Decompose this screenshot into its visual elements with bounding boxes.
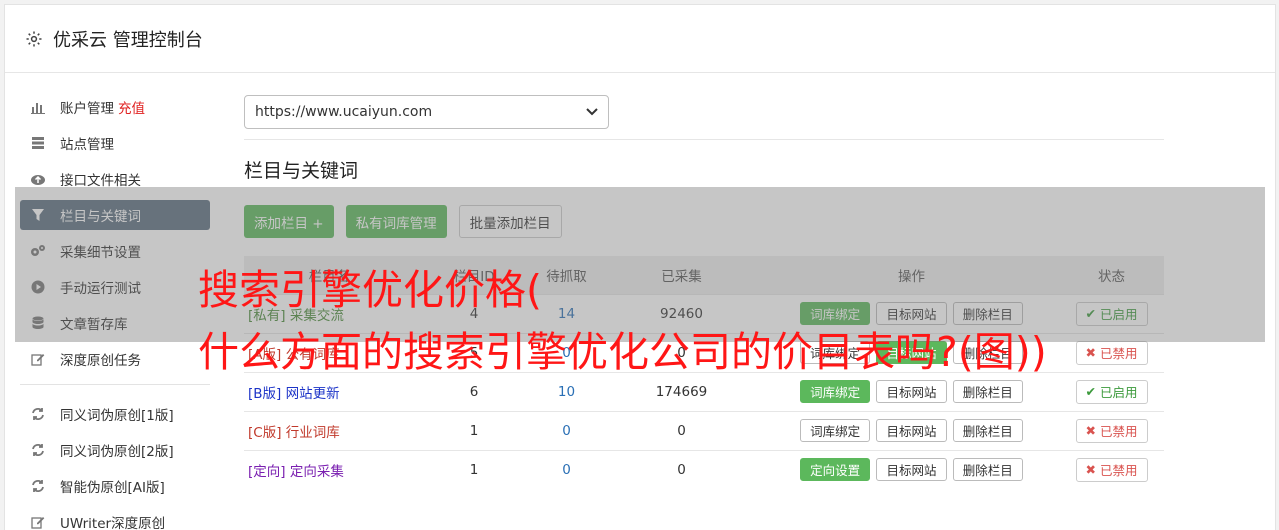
close-icon: ✖	[1085, 462, 1096, 478]
target-site-button[interactable]: 目标网站	[876, 419, 947, 442]
refresh-icon	[30, 442, 46, 458]
column-name-cell[interactable]: [B版] 网站更新	[244, 371, 414, 411]
sidebar-divider	[20, 384, 210, 385]
column-name: 定向采集	[289, 463, 344, 480]
sidebar-item-label: 同义词伪原创[2版]	[60, 444, 174, 460]
edit-icon	[30, 514, 46, 530]
sidebar-item-label: 接口文件相关	[60, 173, 141, 189]
sidebar-item-label: 账户管理	[60, 101, 114, 117]
directional-settings-button[interactable]: 定向设置	[800, 458, 871, 482]
watermark-line-1: 搜索引擎优化价格(	[198, 266, 542, 314]
sidebar-item-deep-original[interactable]: 深度原创任务	[20, 344, 210, 374]
close-icon: ✖	[1085, 423, 1096, 438]
pending-count[interactable]: 0	[534, 449, 599, 489]
sidebar-item-account[interactable]: 账户管理 充值	[20, 92, 210, 122]
status-toggle[interactable]: ✖ 已禁用	[1075, 340, 1148, 365]
site-select-value: https://www.ucaiyun.com	[255, 104, 433, 120]
page-title: 优采云 管理控制台	[53, 29, 203, 51]
sidebar-item-uwriter[interactable]: UWriter深度原创	[20, 507, 210, 530]
status-label: 已禁用	[1099, 346, 1138, 361]
refresh-icon	[30, 478, 46, 494]
sidebar-item-synonym-v2[interactable]: 同义词伪原创[2版]	[20, 435, 210, 465]
collected-count: 0	[599, 449, 764, 489]
column-name-cell[interactable]: [定向] 定向采集	[244, 449, 414, 489]
close-icon: ✖	[1085, 345, 1096, 360]
target-site-button[interactable]: 目标网站	[876, 458, 947, 482]
chevron-down-icon	[586, 108, 598, 116]
status-cell: ✔ 已启用	[1059, 371, 1164, 411]
column-name: 网站更新	[285, 385, 340, 402]
delete-column-button[interactable]: 删除栏目	[952, 419, 1023, 442]
collected-count: 0	[599, 410, 764, 450]
refresh-icon	[30, 406, 46, 422]
edit-icon	[30, 351, 46, 367]
site-select[interactable]: https://www.ucaiyun.com	[244, 95, 609, 129]
target-site-button[interactable]: 目标网站	[876, 380, 947, 403]
column-name: 行业词库	[285, 424, 340, 441]
server-icon	[30, 135, 46, 151]
column-tag: [B版]	[248, 385, 282, 402]
sidebar-item-label: 深度原创任务	[60, 353, 141, 369]
delete-column-button[interactable]: 删除栏目	[952, 458, 1023, 482]
status-label: 已禁用	[1099, 424, 1138, 439]
delete-column-button[interactable]: 删除栏目	[952, 380, 1023, 403]
gear-icon	[26, 31, 42, 46]
column-tag: [C版]	[248, 424, 282, 441]
divider	[244, 139, 1164, 140]
table-row: [定向] 定向采集 1 0 0 定向设置 目标网站 删除栏目 ✖ 已禁用	[244, 449, 1164, 489]
sidebar-item-sites[interactable]: 站点管理	[20, 128, 210, 158]
cloud-upload-icon	[30, 171, 46, 187]
status-label: 已启用	[1099, 385, 1138, 400]
status-toggle[interactable]: ✖ 已禁用	[1075, 418, 1148, 443]
sidebar-item-label: 同义词伪原创[1版]	[60, 408, 174, 424]
sidebar-item-label: 智能伪原创[AI版]	[60, 480, 165, 496]
column-id: 6	[414, 371, 534, 411]
column-name-cell[interactable]: [C版] 行业词库	[244, 410, 414, 450]
sidebar-item-label: 站点管理	[60, 137, 114, 153]
table-row: [C版] 行业词库 1 0 0 词库绑定 目标网站 删除栏目 ✖ 已禁用	[244, 410, 1164, 450]
recharge-link[interactable]: 充值	[118, 97, 145, 117]
actions-cell: 定向设置 目标网站 删除栏目	[764, 449, 1059, 489]
dict-bind-button[interactable]: 词库绑定	[800, 380, 871, 403]
actions-cell: 词库绑定 目标网站 删除栏目	[764, 371, 1059, 411]
dict-bind-button[interactable]: 词库绑定	[800, 419, 871, 442]
sidebar-item-synonym-v1[interactable]: 同义词伪原创[1版]	[20, 399, 210, 429]
column-id: 1	[414, 410, 534, 450]
table-row: [B版] 网站更新 6 10 174669 词库绑定 目标网站 删除栏目 ✔ 已…	[244, 371, 1164, 411]
status-toggle[interactable]: ✔ 已启用	[1075, 379, 1148, 404]
column-tag: [定向]	[248, 463, 286, 480]
sidebar-item-ai-original[interactable]: 智能伪原创[AI版]	[20, 471, 210, 501]
pending-count[interactable]: 10	[534, 371, 599, 411]
pending-count[interactable]: 0	[534, 410, 599, 450]
collected-count: 174669	[599, 371, 764, 411]
status-cell: ✖ 已禁用	[1059, 410, 1164, 450]
actions-cell: 词库绑定 目标网站 删除栏目	[764, 410, 1059, 450]
status-label: 已禁用	[1099, 463, 1138, 479]
section-title: 栏目与关键词	[244, 160, 359, 182]
column-id: 1	[414, 449, 534, 489]
watermark-line-2: 什么方面的搜索引擎优化公司的价目表吗?(图))	[198, 328, 1047, 376]
bar-chart-icon	[30, 99, 46, 115]
status-cell: ✖ 已禁用	[1059, 449, 1164, 489]
watermark-overlay	[15, 187, 1265, 342]
sidebar-item-label: UWriter深度原创	[60, 516, 166, 530]
status-toggle[interactable]: ✖ 已禁用	[1075, 457, 1148, 482]
check-icon: ✔	[1085, 384, 1096, 399]
header: 优采云 管理控制台	[5, 5, 1275, 73]
